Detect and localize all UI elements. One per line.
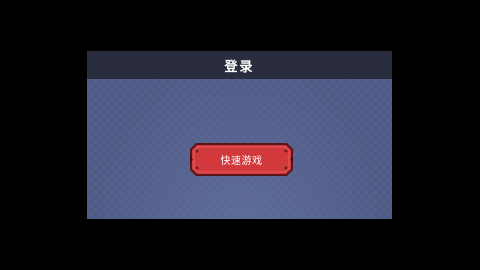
quick-play-button[interactable]: 快速游戏 [190, 143, 293, 176]
game-screen: 登录 快速游戏 [0, 0, 480, 270]
panel-title: 登录 [224, 59, 255, 75]
panel-header: 登录 [87, 51, 392, 79]
login-panel: 登录 快速游戏 [87, 51, 392, 219]
quick-play-label: 快速游戏 [220, 156, 263, 167]
